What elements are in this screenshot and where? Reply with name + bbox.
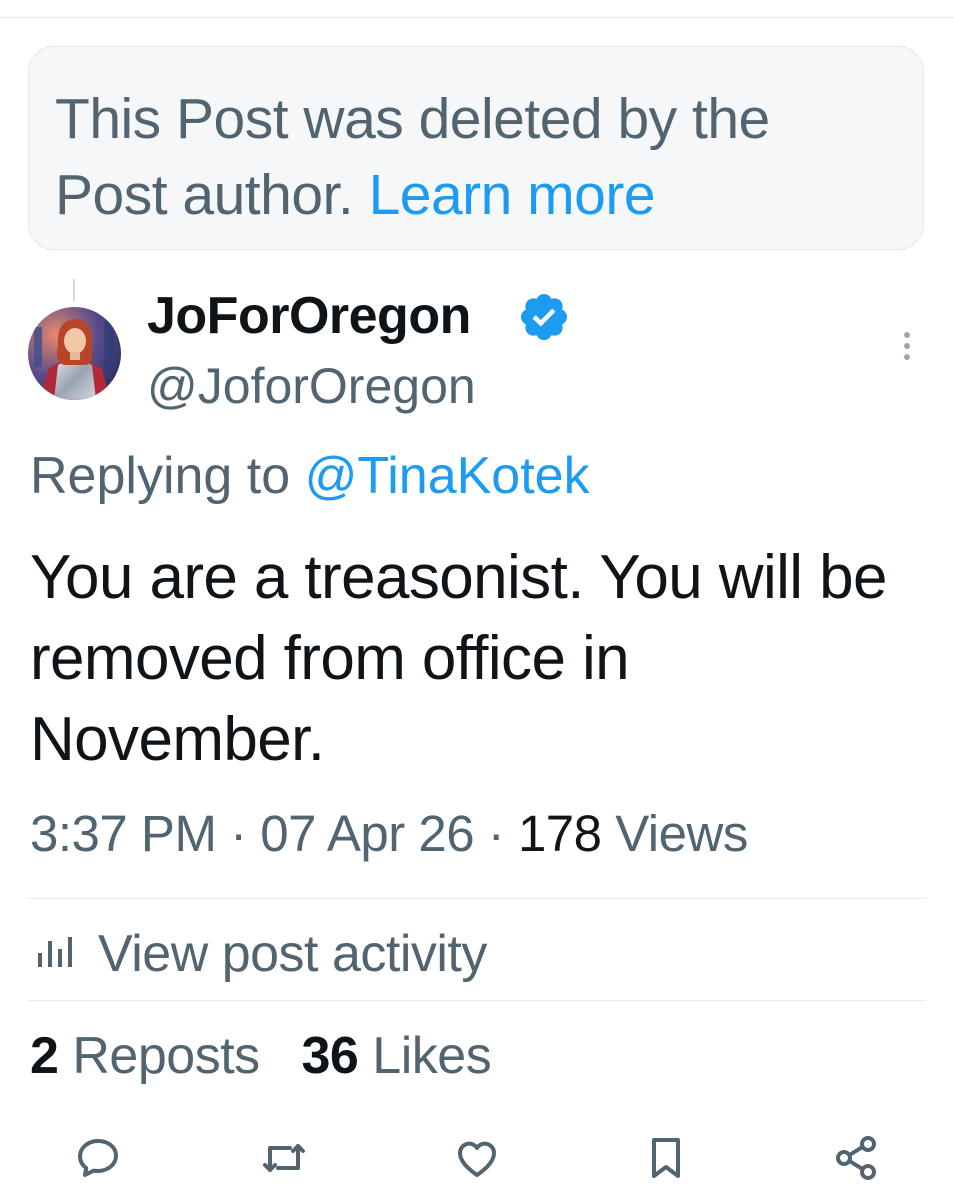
reposts-count: 2 [30, 1027, 59, 1085]
reposts-label: Reposts [72, 1027, 260, 1085]
post-meta: 3:37 PM · 07 Apr 26 · 178 Views [30, 802, 748, 866]
share-icon[interactable] [830, 1132, 882, 1184]
divider [28, 1000, 926, 1001]
meta-separator: · [230, 805, 247, 862]
views-label: Views [615, 805, 748, 862]
likes-count: 36 [301, 1027, 359, 1085]
display-name[interactable]: JoForOregon [147, 286, 471, 346]
post-text: You are a treasonist. You will be remove… [30, 543, 887, 774]
bookmark-icon[interactable] [640, 1132, 692, 1184]
view-post-activity-button[interactable]: View post activity [32, 922, 487, 986]
verified-badge-icon [517, 290, 571, 344]
views-count: 178 [517, 805, 602, 862]
more-vertical-icon[interactable] [892, 326, 922, 366]
likes-stat[interactable]: 36 Likes [302, 1027, 492, 1085]
reposts-stat[interactable]: 2 Reposts [30, 1027, 274, 1085]
learn-more-link[interactable]: Learn more [369, 163, 656, 227]
top-divider [0, 17, 954, 18]
reply-icon[interactable] [72, 1132, 124, 1184]
deleted-post-notice: This Post was deleted by the Post author… [28, 46, 924, 250]
post-time[interactable]: 3:37 PM [30, 805, 217, 862]
thread-connector-line [73, 279, 75, 301]
avatar[interactable] [28, 307, 121, 400]
user-handle[interactable]: @JoforOregon [147, 356, 476, 416]
action-bar [0, 1128, 954, 1188]
replying-to-mention[interactable]: @TinaKotek [305, 447, 590, 505]
bar-chart-icon [32, 924, 98, 984]
engagement-stats: 2 Reposts 36 Likes [30, 1024, 492, 1088]
view-post-activity-label: View post activity [98, 925, 487, 983]
replying-to-prefix: Replying to [30, 447, 291, 505]
divider [28, 898, 926, 899]
likes-label: Likes [372, 1027, 492, 1085]
heart-icon[interactable] [451, 1132, 503, 1184]
replying-to-line: Replying to @TinaKotek [30, 444, 590, 508]
repost-icon[interactable] [258, 1132, 310, 1184]
meta-separator: · [487, 805, 505, 862]
post-date[interactable]: 07 Apr 26 [260, 805, 474, 862]
